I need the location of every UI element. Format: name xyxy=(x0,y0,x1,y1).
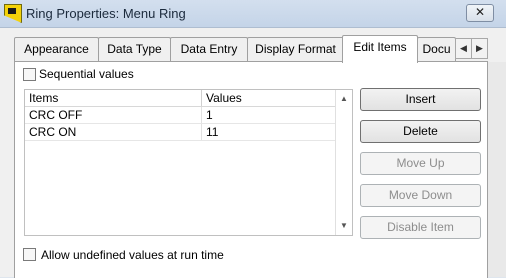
tab-scroll-left-icon[interactable]: ◀ xyxy=(455,38,472,59)
table-scrollbar[interactable]: ▲ ▼ xyxy=(335,90,352,235)
table-row[interactable]: CRC OFF 1 xyxy=(25,107,335,124)
allow-undefined-label: Allow undefined values at run time xyxy=(41,248,224,262)
move-down-button[interactable]: Move Down xyxy=(360,184,481,207)
title-bar: Ring Properties: Menu Ring ✕ xyxy=(0,0,506,28)
delete-button[interactable]: Delete xyxy=(360,120,481,143)
scroll-up-icon[interactable]: ▲ xyxy=(340,94,348,103)
tab-data-type[interactable]: Data Type xyxy=(98,37,171,61)
tab-edit-items[interactable]: Edit Items xyxy=(342,35,418,63)
items-table: Items Values CRC OFF 1 CRC ON 11 ▲ ▼ xyxy=(24,89,353,236)
tab-display-format[interactable]: Display Format xyxy=(247,37,344,61)
row-divider xyxy=(25,140,335,141)
window-title: Ring Properties: Menu Ring xyxy=(26,6,186,21)
tab-documentation[interactable]: Docu xyxy=(417,37,456,61)
allow-undefined-checkbox[interactable] xyxy=(23,248,36,261)
column-header-values[interactable]: Values xyxy=(206,91,242,105)
item-cell[interactable]: CRC OFF xyxy=(29,108,82,122)
item-cell[interactable]: CRC ON xyxy=(29,125,76,139)
tab-scroll-right-icon[interactable]: ▶ xyxy=(471,38,488,59)
scroll-down-icon[interactable]: ▼ xyxy=(340,221,348,230)
cell-divider xyxy=(201,107,202,124)
value-cell[interactable]: 11 xyxy=(206,125,218,139)
close-button[interactable]: ✕ xyxy=(466,4,494,22)
sequential-values-label: Sequential values xyxy=(39,67,134,81)
dialog-scrollbar[interactable] xyxy=(487,62,506,277)
cell-divider xyxy=(201,124,202,141)
table-header: Items Values xyxy=(25,90,335,107)
value-cell[interactable]: 1 xyxy=(206,108,213,122)
sequential-values-checkbox[interactable] xyxy=(23,68,36,81)
column-divider xyxy=(201,90,202,106)
tab-data-entry[interactable]: Data Entry xyxy=(170,37,248,61)
labview-app-icon xyxy=(4,4,22,23)
insert-button[interactable]: Insert xyxy=(360,88,481,111)
tab-appearance[interactable]: Appearance xyxy=(14,37,99,61)
table-row[interactable]: CRC ON 11 xyxy=(25,124,335,141)
disable-item-button[interactable]: Disable Item xyxy=(360,216,481,239)
column-header-items[interactable]: Items xyxy=(29,91,58,105)
move-up-button[interactable]: Move Up xyxy=(360,152,481,175)
